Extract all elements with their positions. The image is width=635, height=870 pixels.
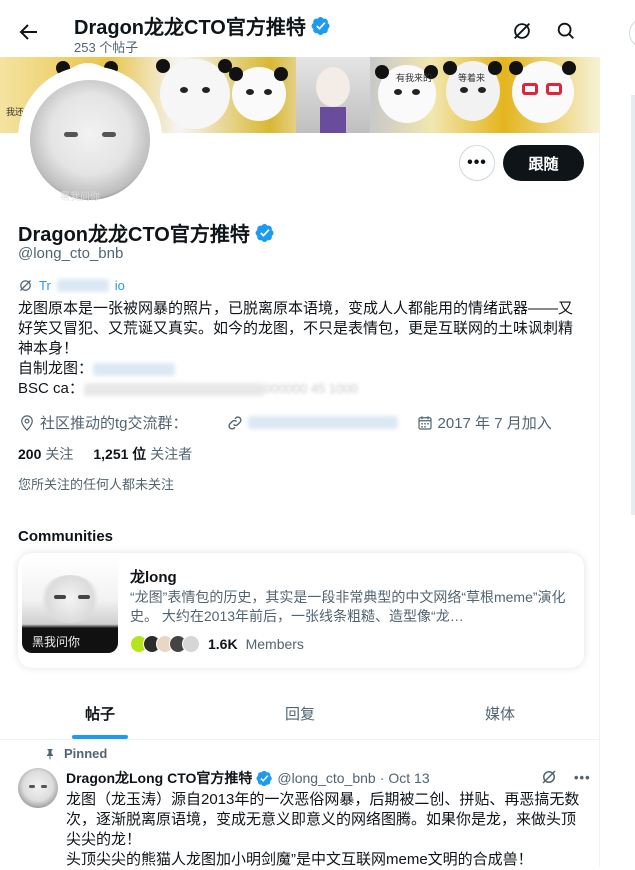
- redacted-link[interactable]: [93, 362, 176, 376]
- post-more-button[interactable]: •••: [574, 770, 591, 785]
- follow-button[interactable]: 跟随: [503, 145, 584, 181]
- community-description: “龙图”表情包的历史，其实是一段非常典型的中文网络“草根meme”演化史。 大约…: [130, 589, 566, 624]
- bio-self-made-label: 自制龙图：: [18, 360, 94, 377]
- more-options-label: •••: [467, 154, 487, 171]
- calendar-icon: [417, 415, 432, 430]
- post-author-avatar[interactable]: [18, 768, 58, 808]
- followers-link[interactable]: 1,251 位关注者: [93, 444, 192, 464]
- back-arrow-icon[interactable]: [16, 20, 40, 44]
- joined-date: 2017 年 7 月加入: [437, 415, 552, 432]
- banner-caption-2: 有我来的: [396, 73, 433, 83]
- post-text-line-2: 次，逐渐脱离原语境，变成无意义即意义的网络图腾。如果你是龙，来做头顶: [66, 811, 577, 828]
- member-avatars: [130, 635, 200, 653]
- affiliation-text: Tr: [39, 278, 51, 293]
- following-label: 关注: [45, 446, 74, 462]
- pin-icon: [47, 748, 53, 759]
- community-thumbnail-caption: 黑我问你: [32, 635, 81, 649]
- verified-badge-icon: [256, 770, 273, 786]
- grok-icon: [20, 280, 31, 291]
- bio-ca-fragment: 000000 45 1000: [263, 381, 358, 396]
- post-tools: •••: [540, 768, 591, 786]
- post-header: Dragon龙Long CTO官方推特 @long_cto_bnb · Oct …: [66, 768, 430, 788]
- members-count: 1.6K: [208, 636, 238, 652]
- header-title: Dragon龙龙CTO官方推特: [74, 11, 331, 40]
- profile-name: Dragon龙龙CTO官方推特: [18, 218, 275, 247]
- link-icon: [227, 415, 242, 430]
- location-text: 社区推动的tg交流群：: [40, 415, 188, 432]
- following-link[interactable]: 200 关注: [18, 444, 73, 464]
- affiliation-tail: io: [114, 278, 125, 293]
- affiliation-link[interactable]: Tr io: [18, 278, 125, 293]
- communities-heading: Communities: [18, 528, 114, 545]
- search-icon[interactable]: [555, 20, 577, 42]
- post-author-name[interactable]: Dragon龙Long CTO官方推特: [66, 768, 252, 788]
- main-column: Dragon龙龙CTO官方推特 253 个帖子 我还抢 有我来的 等着来 黑我问…: [0, 0, 600, 870]
- bio-line-4: 自制龙图：: [18, 359, 586, 379]
- redacted-link[interactable]: [247, 416, 398, 429]
- more-options-button[interactable]: •••: [459, 145, 495, 181]
- verified-badge-icon: [311, 16, 330, 35]
- community-members: 1.6K Members: [130, 635, 304, 653]
- post-author-handle[interactable]: @long_cto_bnb: [277, 770, 375, 786]
- banner-panda-3: [229, 67, 288, 121]
- tab-posts[interactable]: 帖子: [0, 688, 200, 739]
- avatar-caption: 黑我问你: [60, 192, 100, 203]
- profile-tabs: 帖子 回复 媒体: [0, 688, 600, 740]
- community-thumbnail: 黑我问你: [22, 557, 118, 653]
- redacted-address: [83, 382, 264, 396]
- member-avatar: [182, 635, 200, 653]
- avatar-panda-face: [30, 80, 150, 200]
- following-count: 200: [18, 446, 42, 462]
- bio-ca-label: BSC ca：: [18, 380, 84, 397]
- banner-caption-3: 等着来: [458, 73, 486, 83]
- banner-panda-2: [156, 59, 232, 129]
- location-pin-icon: [21, 414, 33, 431]
- members-label: Members: [245, 636, 304, 652]
- post-text-line-4: 头顶尖尖的熊猫人龙图加小明剑魔”是中文互联网meme文明的合成兽！: [66, 851, 533, 868]
- banner-panda-6: [509, 61, 576, 123]
- profile-meta: 社区推动的tg交流群： 2017 年 7 月加入: [18, 412, 552, 433]
- mutual-followers-note: 您所关注的任何人都未关注: [18, 477, 175, 492]
- post-count: 253 个帖子: [74, 40, 139, 55]
- followers-count: 1,251 位: [93, 446, 147, 462]
- followers-label: 关注者: [150, 446, 193, 462]
- redacted-text: [56, 279, 109, 292]
- follow-button-label: 跟随: [528, 155, 559, 173]
- pinned-indicator: Pinned: [44, 746, 107, 761]
- pinned-label: Pinned: [64, 746, 108, 761]
- profile-avatar[interactable]: 黑我问你: [18, 66, 162, 210]
- bio-line-2: 好笑又冒犯、又荒诞又真实。如今的龙图，不只是表情包，更是互联网的土味讽刺精: [18, 320, 574, 337]
- post-text-line-1: 龙图（龙玉涛）源自2013年的一次恶俗网暴，后期被二创、拼贴、再恶搞无数: [66, 791, 580, 808]
- bio-line-1: 龙图原本是一张被网暴的照片，已脱离原本语境，变成人人都能用的情绪武器——又: [18, 300, 574, 317]
- profile-name-text: Dragon龙龙CTO官方推特: [18, 224, 250, 246]
- sidebar-search-edge[interactable]: [629, 18, 635, 48]
- profile-header: Dragon龙龙CTO官方推特 253 个帖子: [0, 0, 600, 57]
- banner-panda-5: [443, 61, 502, 121]
- grok-icon[interactable]: [511, 20, 533, 42]
- post-separator: ·: [379, 770, 385, 786]
- right-sidebar: [601, 0, 635, 867]
- header-title-text: Dragon龙龙CTO官方推特: [74, 17, 306, 39]
- community-card[interactable]: 黑我问你 龙long “龙图”表情包的历史，其实是一段非常典型的中文网络“草根m…: [18, 553, 584, 668]
- post-date[interactable]: Oct 13: [388, 770, 429, 786]
- verified-badge-icon[interactable]: [255, 223, 275, 243]
- tab-replies[interactable]: 回复: [200, 688, 400, 739]
- profile-bio: 龙图原本是一张被网暴的照片，已脱离原本语境，变成人人都能用的情绪武器——又 好笑…: [18, 299, 586, 399]
- post-text: 龙图（龙玉涛）源自2013年的一次恶俗网暴，后期被二创、拼贴、再恶搞无数 次，逐…: [66, 790, 586, 870]
- follow-stats: 200 关注 1,251 位关注者: [18, 444, 192, 464]
- bio-line-3: 神本身！: [18, 340, 79, 357]
- tab-media[interactable]: 媒体: [400, 688, 600, 739]
- banner-anime-figure: [296, 57, 370, 133]
- sidebar-panel-edge: [631, 95, 635, 515]
- profile-handle: @long_cto_bnb: [18, 245, 124, 262]
- community-name: 龙long: [130, 569, 177, 586]
- grok-icon[interactable]: [540, 768, 558, 786]
- post-text-line-3: 尖尖的龙！: [66, 831, 142, 848]
- bio-line-5: BSC ca： 000000 45 1000: [18, 379, 586, 399]
